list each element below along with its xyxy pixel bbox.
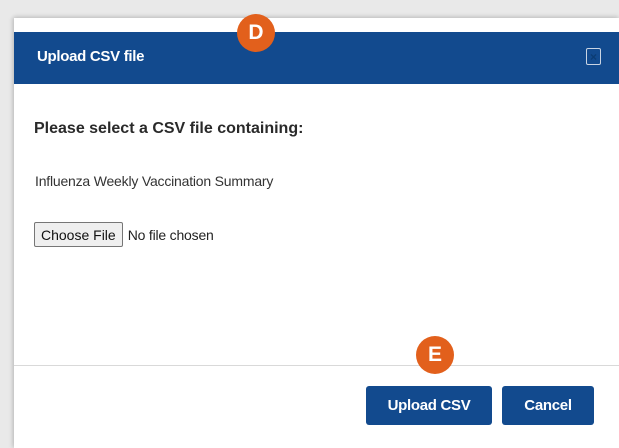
dialog-title: Upload CSV file	[37, 48, 145, 65]
choose-file-button[interactable]: Choose File	[34, 222, 123, 247]
upload-csv-button[interactable]: Upload CSV	[366, 386, 492, 425]
annotation-marker-d: D	[237, 14, 275, 52]
close-icon: ×	[589, 49, 597, 64]
instruction-heading: Please select a CSV file containing:	[34, 120, 304, 137]
file-input: Choose File No file chosen	[34, 222, 214, 247]
dialog-titlebar: Upload CSV file ×	[14, 32, 619, 84]
cancel-button[interactable]: Cancel	[502, 386, 594, 425]
file-status-text: No file chosen	[127, 226, 214, 243]
annotation-marker-e: E	[416, 336, 454, 374]
file-type-description: Influenza Weekly Vaccination Summary	[35, 173, 274, 189]
upload-csv-dialog: Upload CSV file × Please select a CSV fi…	[14, 18, 619, 448]
footer-divider	[14, 365, 619, 366]
close-button[interactable]: ×	[586, 48, 601, 65]
